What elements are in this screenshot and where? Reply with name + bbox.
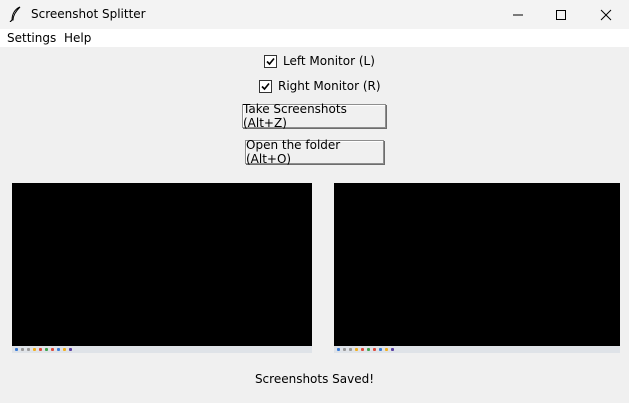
take-screenshots-button[interactable]: Take Screenshots (Alt+Z) <box>242 102 386 130</box>
checkmark-icon <box>261 82 270 90</box>
left-monitor-label: Left Monitor (L) <box>283 54 375 68</box>
menu-help[interactable]: Help <box>64 31 91 45</box>
menu-bar: Settings Help <box>0 29 629 47</box>
minimize-button[interactable] <box>495 0 541 29</box>
checkmark-icon <box>266 57 275 65</box>
taskbar-strip <box>12 346 312 353</box>
status-text: Screenshots Saved! <box>254 372 375 386</box>
right-monitor-checkbox[interactable] <box>259 79 272 93</box>
left-monitor-checkbox[interactable] <box>264 54 277 68</box>
maximize-icon <box>556 9 566 20</box>
right-monitor-label: Right Monitor (R) <box>278 79 381 93</box>
taskbar-strip <box>334 346 620 353</box>
maximize-button[interactable] <box>538 0 584 29</box>
menu-settings[interactable]: Settings <box>7 31 56 45</box>
close-icon <box>600 9 612 20</box>
right-monitor-option[interactable]: Right Monitor (R) <box>259 78 381 94</box>
title-bar: Screenshot Splitter <box>0 0 629 29</box>
left-monitor-preview <box>12 183 312 353</box>
right-monitor-preview <box>334 183 620 353</box>
left-monitor-option[interactable]: Left Monitor (L) <box>264 53 375 69</box>
feather-icon <box>9 6 21 22</box>
close-button[interactable] <box>583 0 629 29</box>
window-title: Screenshot Splitter <box>31 7 146 21</box>
minimize-icon <box>513 14 523 15</box>
open-folder-button[interactable]: Open the folder (Alt+O) <box>245 138 384 166</box>
